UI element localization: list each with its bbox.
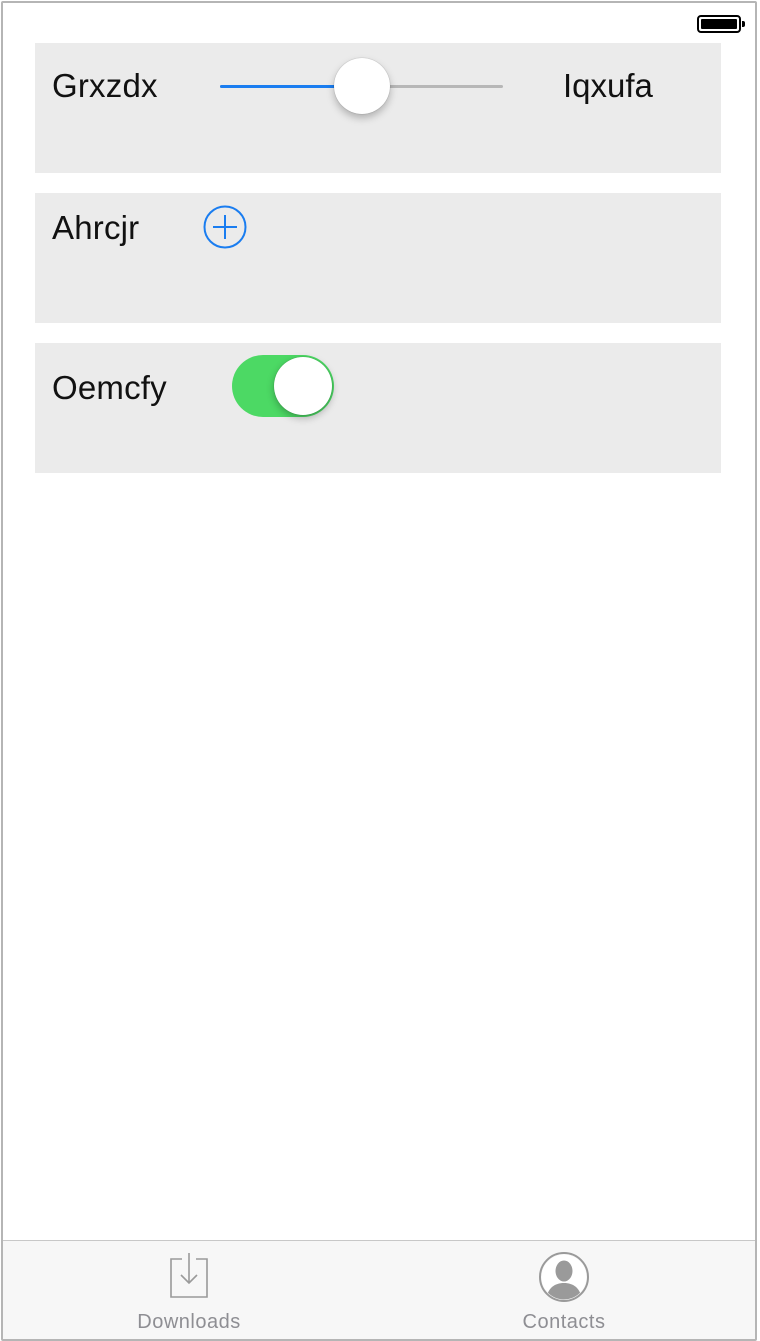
- download-tray-icon: [170, 1253, 208, 1298]
- toggle-switch[interactable]: [232, 355, 334, 417]
- toggle-knob: [274, 357, 332, 415]
- toggle-row-label: Oemcfy: [52, 369, 167, 406]
- slider-thumb[interactable]: [333, 58, 390, 114]
- status-bar: [3, 3, 755, 43]
- slider-label: Grxzdx: [52, 67, 158, 104]
- tab-contacts[interactable]: Contacts: [414, 1241, 714, 1339]
- battery-icon: [697, 15, 745, 33]
- tab-bar: Downloads Contacts: [3, 1240, 755, 1339]
- slider-track[interactable]: [220, 58, 503, 114]
- tab-downloads[interactable]: Downloads: [39, 1241, 339, 1339]
- plus-circle-icon: [203, 205, 247, 249]
- add-row: Ahrcjr: [35, 193, 721, 323]
- device-frame: Grxzdx Iqxufa Ahrcjr Oemcfy Downloads Co…: [1, 1, 757, 1341]
- add-button[interactable]: [203, 205, 247, 249]
- tab-downloads-label: Downloads: [137, 1311, 241, 1333]
- slider-row: Grxzdx Iqxufa: [35, 43, 721, 173]
- contact-person-icon: [539, 1252, 589, 1302]
- toggle-row: Oemcfy: [35, 343, 721, 473]
- slider-right-label: Iqxufa: [563, 67, 653, 104]
- add-row-label: Ahrcjr: [52, 209, 140, 246]
- tab-contacts-label: Contacts: [522, 1311, 606, 1333]
